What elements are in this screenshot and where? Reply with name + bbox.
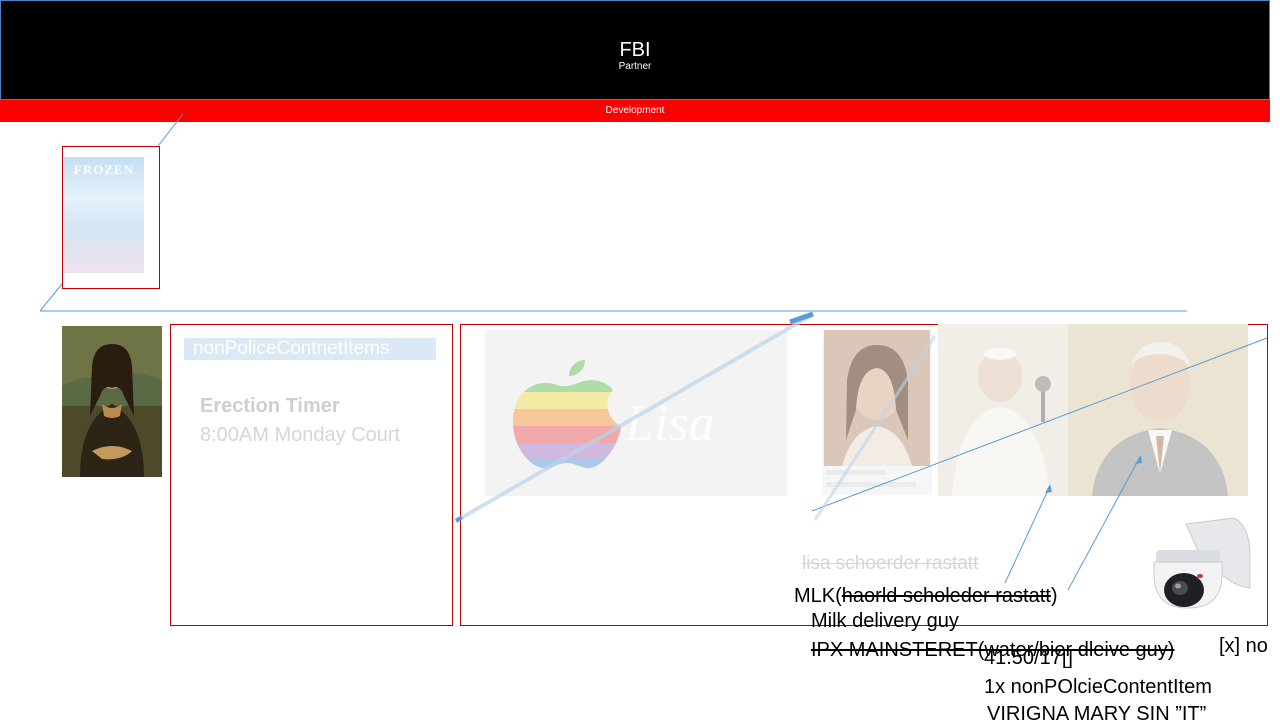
panel-tag-label[interactable]: nonPoliceContnetItems	[184, 338, 436, 360]
caption-mlk-suffix: )	[1050, 585, 1058, 607]
timer-title: Erection Timer	[200, 395, 340, 417]
apple-logo-icon	[513, 360, 621, 469]
mona-lisa-image[interactable]	[62, 326, 162, 477]
caption-milk: Milk delivery guy	[811, 610, 959, 632]
caption-mlk-struck: haorld scholeder rastatt	[841, 585, 1051, 607]
left-content-panel	[170, 324, 453, 626]
header-title: FBI	[619, 39, 651, 61]
svg-text:Lisa: Lisa	[624, 395, 715, 452]
caption-lisa: lisa schoerder rastatt	[802, 553, 979, 574]
header-subtitle: Partner	[618, 61, 652, 72]
apple-lisa-logo-image[interactable]: Lisa	[485, 330, 787, 496]
connector-line	[789, 311, 814, 325]
caption-mlk-prefix: MLK(	[794, 585, 842, 607]
frozen-poster-title: FROZEN	[73, 162, 135, 177]
caption-item: 1x nonPOlcieContentItem	[984, 676, 1212, 698]
caption-mlk: MLK(haorld scholeder rastatt)	[794, 585, 1057, 608]
camera-icon	[1146, 516, 1254, 611]
portrait-pope-image[interactable]	[938, 324, 1068, 496]
connector-line	[39, 283, 63, 312]
portrait-woman-image[interactable]	[822, 330, 932, 495]
timer-detail: 8:00AM Monday Court	[200, 424, 401, 446]
caption-virgin: VIRIGNA MARY SIN ”IT”	[987, 703, 1207, 725]
portrait-man-image[interactable]	[1068, 324, 1248, 496]
caption-time: 41.50/17[]	[984, 647, 1073, 669]
caption-no-checkbox[interactable]: [x] no	[1219, 635, 1268, 658]
environment-label: Development	[605, 105, 665, 116]
